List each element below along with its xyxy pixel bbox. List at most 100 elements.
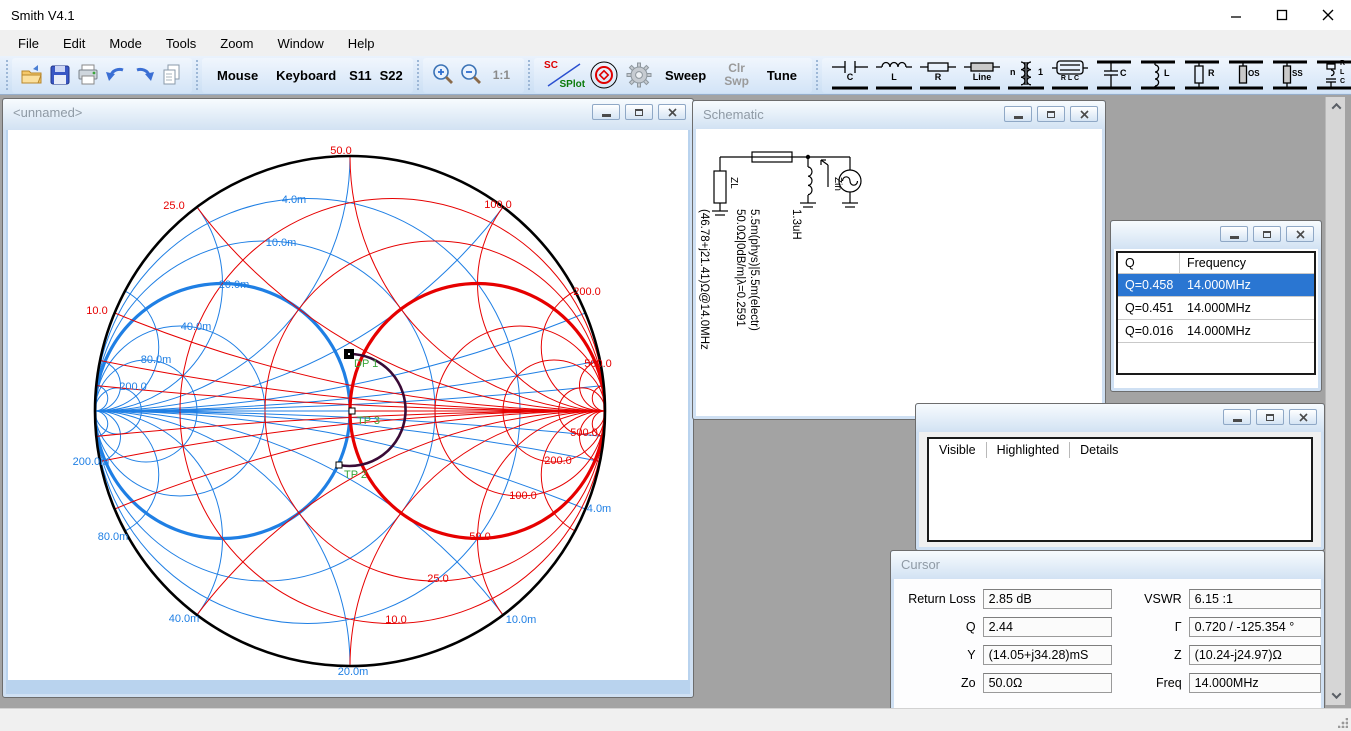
- grid-label: 25.0: [427, 573, 448, 585]
- points-window-titlebar[interactable]: [1111, 221, 1321, 249]
- cursor-value-γ[interactable]: 0.720 / -125.354 °: [1189, 617, 1321, 637]
- settings-gear-icon[interactable]: [622, 59, 656, 91]
- chart-window-restore-button[interactable]: [625, 104, 653, 120]
- toolbar-parallel-rlc-button[interactable]: R L C: [1049, 58, 1091, 92]
- inductor-value-label[interactable]: 1.3uH: [790, 209, 802, 240]
- toolbar-transformer-button[interactable]: n1: [1005, 58, 1047, 92]
- schematic-window-minimize-button[interactable]: [1004, 106, 1032, 122]
- menu-item-mode[interactable]: Mode: [97, 30, 154, 56]
- s22-button[interactable]: S22: [376, 68, 407, 83]
- chart-window-minimize-button[interactable]: [592, 104, 620, 120]
- marker-tp2[interactable]: [336, 462, 342, 468]
- cursor-window: Cursor Return Loss2.85 dBVSWR6.15 :1Q2.4…: [890, 550, 1325, 708]
- minimize-button[interactable]: [1213, 0, 1259, 30]
- undo-icon[interactable]: [102, 61, 130, 89]
- schematic-window-titlebar[interactable]: Schematic: [693, 101, 1105, 129]
- toolbar-shunt-resistor-button[interactable]: R: [1181, 58, 1223, 92]
- toolbar-series-resistor-button[interactable]: R: [917, 58, 959, 92]
- redo-icon[interactable]: [130, 61, 158, 89]
- scroll-down-arrow[interactable]: [1326, 686, 1346, 705]
- load-value-label[interactable]: (46.78+j21.41)Ω@14.0MHz: [698, 209, 710, 350]
- details-column-highlighted[interactable]: Highlighted: [987, 442, 1071, 458]
- toolbar-separator: [816, 60, 818, 90]
- mode-toolbar-group: Mouse Keyboard S11 S22: [202, 58, 413, 93]
- cursor-value-q[interactable]: 2.44: [983, 617, 1112, 637]
- cursor-window-titlebar[interactable]: Cursor: [891, 551, 1324, 579]
- cursor-label-zo: Zo: [900, 676, 976, 690]
- resize-grip[interactable]: [1338, 718, 1348, 728]
- points-table-row[interactable]: Q=0.45114.000MHz: [1118, 297, 1314, 320]
- menu-item-file[interactable]: File: [6, 30, 51, 56]
- toolbar-open-stub-button[interactable]: OS: [1225, 58, 1267, 92]
- points-window-restore-button[interactable]: [1253, 226, 1281, 242]
- points-column-frequency[interactable]: Frequency: [1180, 253, 1314, 273]
- print-icon[interactable]: [74, 61, 102, 89]
- menu-item-edit[interactable]: Edit: [51, 30, 97, 56]
- component-label: OS: [1248, 69, 1260, 78]
- menu-item-window[interactable]: Window: [265, 30, 335, 56]
- details-column-visible[interactable]: Visible: [929, 442, 987, 458]
- points-window-minimize-button[interactable]: [1220, 226, 1248, 242]
- point-q-value: Q=0.016: [1118, 324, 1180, 338]
- grid-label: 500.0: [570, 427, 598, 439]
- line-value-label-2[interactable]: 5.5m(phys)|5.5m(electr): [748, 209, 760, 331]
- toolbar-shunt-inductor-button[interactable]: L: [1137, 58, 1179, 92]
- grid-label: 80.0m: [141, 354, 172, 366]
- schematic-window-restore-button[interactable]: [1037, 106, 1065, 122]
- point-frequency-value: 14.000MHz: [1180, 301, 1314, 315]
- zoom-out-icon[interactable]: [457, 61, 485, 89]
- cursor-value-vswr[interactable]: 6.15 :1: [1189, 589, 1321, 609]
- toolbar-shunt-capacitor-button[interactable]: C: [1093, 58, 1135, 92]
- menu-item-tools[interactable]: Tools: [154, 30, 208, 56]
- toolbar-shunt-rlc-button[interactable]: R L C: [1313, 58, 1351, 92]
- smith-target-icon[interactable]: [586, 59, 622, 91]
- keyboard-mode-button[interactable]: Keyboard: [267, 68, 345, 83]
- line-value-label-1[interactable]: 50.0Ω|0dB/m|λ=0.2591: [734, 209, 746, 327]
- zoom-in-icon[interactable]: [429, 61, 457, 89]
- chart-window-titlebar[interactable]: <unnamed>: [3, 99, 693, 130]
- toolbar-shorted-stub-button[interactable]: SS: [1269, 58, 1311, 92]
- toolbar-transmission-line-button[interactable]: Line: [961, 58, 1003, 92]
- zoom-ratio-button[interactable]: 1:1: [485, 68, 518, 82]
- scroll-up-arrow[interactable]: [1326, 97, 1346, 116]
- schematic-window-close-button[interactable]: [1070, 106, 1098, 122]
- toolbar-series-inductor-button[interactable]: L: [873, 58, 915, 92]
- details-window-minimize-button[interactable]: [1223, 409, 1251, 425]
- details-window-restore-button[interactable]: [1256, 409, 1284, 425]
- mouse-mode-button[interactable]: Mouse: [208, 68, 267, 83]
- details-table-header: VisibleHighlightedDetails: [929, 439, 1311, 461]
- details-window-titlebar[interactable]: [916, 404, 1324, 432]
- details-window-close-button[interactable]: [1289, 409, 1317, 425]
- smith-chart-canvas[interactable]: 50.025.010.0100.0200.0500.0500.0200.0100…: [8, 130, 688, 680]
- smith-chart[interactable]: 50.025.010.0100.0200.0500.0500.0200.0100…: [8, 130, 688, 680]
- tune-button[interactable]: Tune: [758, 68, 806, 83]
- cursor-value-z[interactable]: (10.24-j24.97)Ω: [1189, 645, 1321, 665]
- cursor-value-freq[interactable]: 14.000MHz: [1189, 673, 1321, 693]
- open-icon[interactable]: [18, 61, 46, 89]
- marker-tp3[interactable]: [349, 408, 355, 414]
- toolbar-series-capacitor-button[interactable]: C: [829, 58, 871, 92]
- chart-window-close-button[interactable]: [658, 104, 686, 120]
- cursor-value-return-loss[interactable]: 2.85 dB: [983, 589, 1112, 609]
- menu-item-help[interactable]: Help: [336, 30, 387, 56]
- points-window-close-button[interactable]: [1286, 226, 1314, 242]
- copy-icon[interactable]: [158, 61, 186, 89]
- sweep-button[interactable]: Sweep: [656, 68, 715, 83]
- menubar: FileEditModeToolsZoomWindowHelp: [0, 30, 1351, 56]
- points-table-row[interactable]: Q=0.45814.000MHz: [1118, 274, 1314, 297]
- save-icon[interactable]: [46, 61, 74, 89]
- sc-splot-toggle-button[interactable]: SC SPlot: [540, 59, 586, 91]
- s11-button[interactable]: S11: [345, 68, 375, 83]
- menu-item-zoom[interactable]: Zoom: [208, 30, 265, 56]
- component-label: 1: [1038, 67, 1043, 77]
- vertical-scrollbar[interactable]: [1325, 97, 1345, 705]
- details-column-details[interactable]: Details: [1070, 442, 1128, 458]
- cursor-value-y[interactable]: (14.05+j34.28)mS: [983, 645, 1112, 665]
- clear-sweep-button[interactable]: Clr Swp: [715, 62, 758, 88]
- close-button[interactable]: [1305, 0, 1351, 30]
- points-column-q[interactable]: Q: [1118, 253, 1180, 273]
- maximize-button[interactable]: [1259, 0, 1305, 30]
- points-table-row[interactable]: Q=0.01614.000MHz: [1118, 320, 1314, 343]
- cursor-value-zo[interactable]: 50.0Ω: [983, 673, 1112, 693]
- zoom-toolbar-group: 1:1: [423, 58, 524, 93]
